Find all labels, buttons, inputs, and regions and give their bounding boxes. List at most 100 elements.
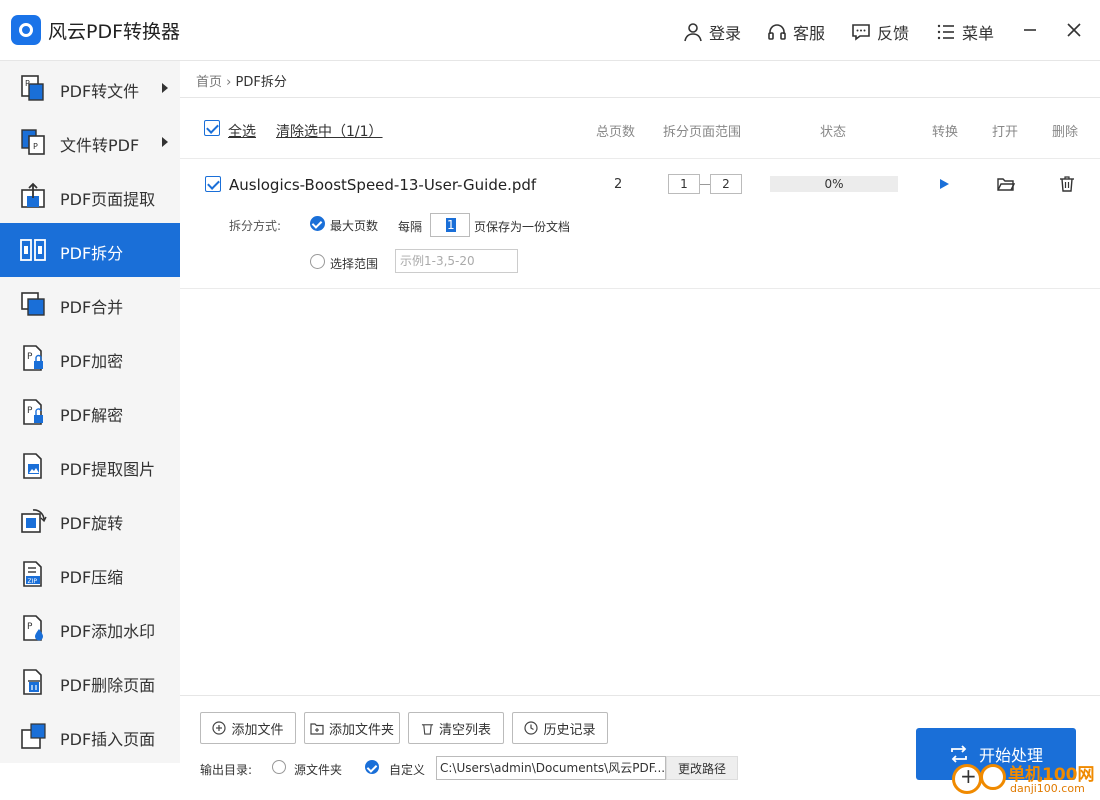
rotate-icon: [21, 509, 47, 533]
clear-list-label: 清空列表: [438, 722, 491, 738]
every-pages-input[interactable]: 1: [430, 213, 470, 237]
add-file-button[interactable]: 添加文件: [200, 712, 296, 744]
sidebar-item-delete-page[interactable]: PDF删除页面: [0, 655, 180, 709]
sidebar-item-pdf-to-file[interactable]: P PDF转文件: [0, 61, 180, 115]
sidebar-item-page-extract[interactable]: PDF页面提取: [0, 169, 180, 223]
select-range-label: 选择范围: [330, 257, 379, 271]
user-icon: [684, 23, 702, 42]
page-extract-icon: [21, 182, 45, 208]
plus-circle-icon: [212, 721, 227, 735]
sidebar-item-compress[interactable]: ZIP PDF压缩: [0, 547, 180, 601]
menu-button[interactable]: 菜单: [936, 20, 994, 44]
range-from-input[interactable]: 1: [668, 174, 700, 194]
image-extract-icon: [23, 453, 42, 479]
sidebar-item-watermark[interactable]: P PDF添加水印: [0, 601, 180, 655]
sidebar-item-insert-page[interactable]: PDF插入页面: [0, 709, 180, 763]
sidebar-item-extract-images[interactable]: PDF提取图片: [0, 439, 180, 493]
sidebar-item-label: PDF压缩: [60, 568, 124, 587]
sidebar-item-label: PDF删除页面: [60, 676, 156, 695]
add-folder-button[interactable]: 添加文件夹: [304, 712, 400, 744]
file-to-pdf-icon: P: [21, 129, 45, 155]
watermark-plus-icon: [952, 764, 982, 794]
login-button[interactable]: 登录: [683, 20, 741, 44]
column-range: 拆分页面范围: [663, 125, 742, 140]
save-suffix-label: 页保存为一份文档: [474, 220, 571, 234]
select-all-checkbox[interactable]: [204, 120, 220, 136]
watermark-icon: P: [23, 615, 43, 641]
play-icon[interactable]: [938, 178, 950, 190]
output-path-field[interactable]: C:\Users\admin\Documents\风云PDF...: [436, 756, 666, 780]
max-pages-label: 最大页数: [330, 219, 379, 233]
custom-dir-label: 自定义: [389, 763, 426, 777]
merge-icon: [21, 292, 45, 316]
sidebar-item-rotate[interactable]: PDF旋转: [0, 493, 180, 547]
caret-right-icon: [162, 83, 168, 93]
sidebar-item-label: PDF转文件: [60, 82, 140, 101]
sidebar-item-label: PDF合并: [60, 298, 124, 317]
minimize-icon: [1024, 29, 1036, 31]
divider: [180, 695, 1100, 696]
delete-page-icon: [23, 669, 42, 695]
app-title: 风云PDF转换器: [48, 21, 181, 43]
clear-list-button[interactable]: 清空列表: [408, 712, 504, 744]
folder-plus-icon: [310, 722, 324, 735]
sidebar-item-file-to-pdf[interactable]: P 文件转PDF: [0, 115, 180, 169]
sidebar-item-label: PDF插入页面: [60, 730, 156, 749]
column-delete: 删除: [1052, 125, 1079, 140]
source-folder-radio[interactable]: [272, 760, 286, 774]
max-pages-radio[interactable]: [310, 216, 325, 231]
svg-text:P: P: [33, 142, 38, 151]
list-menu-icon: [937, 24, 954, 40]
sidebar-item-encrypt[interactable]: P PDF加密: [0, 331, 180, 385]
sidebar-item-label: 文件转PDF: [60, 136, 140, 155]
sidebar-item-label: PDF拆分: [60, 244, 124, 263]
history-button[interactable]: 历史记录: [512, 712, 608, 744]
breadcrumb: 首页 › PDF拆分: [196, 71, 287, 90]
file-checkbox[interactable]: [205, 176, 221, 192]
column-open: 打开: [992, 125, 1019, 140]
progress-bar: 0%: [770, 176, 898, 192]
pdf-to-file-icon: P: [21, 75, 44, 101]
sidebar-item-decrypt[interactable]: P PDF解密: [0, 385, 180, 439]
watermark-domain: danji100.com: [1010, 782, 1085, 795]
minimize-button[interactable]: [1018, 18, 1042, 42]
trash-icon[interactable]: [1059, 176, 1075, 192]
clear-selected-link[interactable]: 清除选中（1/1）: [276, 121, 383, 141]
file-total-pages: 2: [614, 177, 623, 192]
every-pages-value: 1: [446, 218, 456, 232]
range-input[interactable]: 示例1-3,5-20: [395, 249, 518, 273]
watermark-circle-icon: [980, 764, 1006, 790]
sidebar: P PDF转文件 P 文件转PDF PDF页面提取 PDF拆分 PDF合并 P …: [0, 61, 180, 763]
range-to-input[interactable]: 2: [710, 174, 742, 194]
sidebar-item-label: PDF页面提取: [60, 190, 156, 209]
caret-right-icon: [162, 137, 168, 147]
chat-icon: [852, 24, 870, 41]
close-button[interactable]: [1062, 18, 1086, 42]
output-dir-label: 输出目录:: [200, 763, 253, 777]
divider: [180, 158, 1100, 159]
progress-label: 0%: [824, 177, 844, 191]
svg-text:P: P: [27, 352, 33, 362]
add-file-label: 添加文件: [231, 722, 284, 738]
insert-page-icon: [21, 723, 46, 749]
file-name: Auslogics-BoostSpeed-13-User-Guide.pdf: [229, 176, 537, 194]
service-button[interactable]: 客服: [767, 20, 825, 44]
select-range-radio[interactable]: [310, 254, 325, 269]
zip-icon: ZIP: [23, 561, 42, 587]
breadcrumb-current: PDF拆分: [235, 75, 287, 90]
menu-label: 菜单: [962, 24, 995, 43]
svg-text:P: P: [27, 406, 33, 416]
breadcrumb-separator: ›: [226, 75, 232, 90]
every-label: 每隔: [398, 220, 423, 234]
custom-dir-radio[interactable]: [365, 760, 379, 774]
feedback-button[interactable]: 反馈: [851, 20, 909, 44]
folder-open-icon[interactable]: [997, 176, 1015, 192]
sidebar-item-split[interactable]: PDF拆分: [0, 223, 180, 277]
sidebar-item-merge[interactable]: PDF合并: [0, 277, 180, 331]
sidebar-item-label: PDF加密: [60, 352, 124, 371]
sidebar-item-label: PDF添加水印: [60, 622, 156, 641]
breadcrumb-home[interactable]: 首页: [196, 75, 222, 90]
change-path-button[interactable]: 更改路径: [666, 756, 738, 780]
range-dash: [700, 184, 710, 185]
select-all-link[interactable]: 全选: [228, 121, 256, 141]
